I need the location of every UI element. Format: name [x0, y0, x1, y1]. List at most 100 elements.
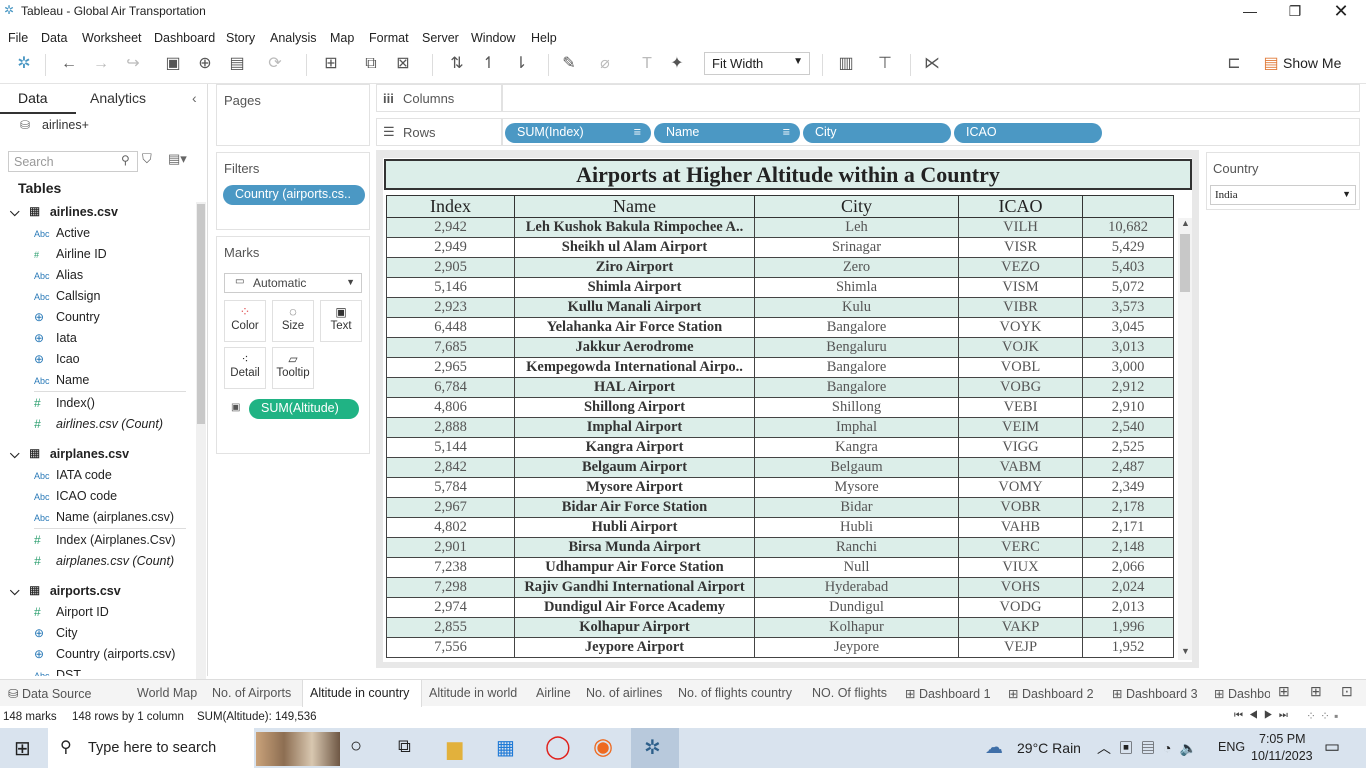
- cell-city[interactable]: Hyderabad: [754, 577, 959, 598]
- header-name[interactable]: Name: [514, 195, 755, 218]
- cell-altitude[interactable]: 1,996: [1082, 617, 1174, 638]
- cell-city[interactable]: Leh: [754, 217, 959, 238]
- filter-icon[interactable]: ⛉: [142, 151, 152, 167]
- new-datasource-icon[interactable]: ⊕: [194, 53, 216, 75]
- country-select[interactable]: India ▼: [1210, 185, 1356, 205]
- menu-data[interactable]: Data: [41, 27, 67, 45]
- cell-index[interactable]: 2,942: [386, 217, 515, 238]
- cell-name[interactable]: Kempegowda International Airpo..: [514, 357, 755, 378]
- menu-window[interactable]: Window: [471, 27, 515, 45]
- cell-index[interactable]: 5,784: [386, 477, 515, 498]
- table-row[interactable]: 5,784 Mysore Airport Mysore VOMY 2,349: [386, 477, 1174, 498]
- cell-name[interactable]: Jakkur Aerodrome: [514, 337, 755, 358]
- highlight-icon[interactable]: ✎: [558, 53, 580, 75]
- redo-icon[interactable]: →: [90, 53, 112, 75]
- cell-index[interactable]: 6,448: [386, 317, 515, 338]
- pages-shelf[interactable]: Pages: [216, 84, 370, 146]
- cell-icao[interactable]: VOJK: [958, 337, 1083, 358]
- cell-name[interactable]: Bidar Air Force Station: [514, 497, 755, 518]
- tab-dashboard-1[interactable]: ⊞ Dashboard 1: [905, 686, 991, 701]
- close-icon[interactable]: ✕: [1318, 0, 1364, 22]
- cell-altitude[interactable]: 2,178: [1082, 497, 1174, 518]
- firefox-icon[interactable]: ◉: [593, 733, 613, 760]
- cell-index[interactable]: 5,144: [386, 437, 515, 458]
- detail-button[interactable]: ⁖ Detail: [224, 347, 266, 389]
- cell-city[interactable]: Imphal: [754, 417, 959, 438]
- cell-city[interactable]: Jeypore: [754, 637, 959, 658]
- field-airline-id[interactable]: # Airline ID: [34, 247, 184, 265]
- field-alias[interactable]: Abc Alias: [34, 268, 184, 286]
- cell-name[interactable]: Shimla Airport: [514, 277, 755, 298]
- field-country-airports[interactable]: ⊕ Country (airports.csv): [34, 647, 194, 665]
- presentation-mode-icon[interactable]: ⊤: [874, 53, 896, 75]
- menu-story[interactable]: Story: [226, 27, 255, 45]
- cell-altitude[interactable]: 10,682: [1082, 217, 1174, 238]
- cell-index[interactable]: 2,855: [386, 617, 515, 638]
- table-row[interactable]: 2,842 Belgaum Airport Belgaum VABM 2,487: [386, 457, 1174, 478]
- row-pill-sum-index[interactable]: SUM(Index) ≡: [505, 123, 651, 143]
- cell-city[interactable]: Shillong: [754, 397, 959, 418]
- system-tray-icons[interactable]: ︿▣▤◔🔈: [1097, 738, 1205, 758]
- field-callsign[interactable]: Abc Callsign: [34, 289, 184, 307]
- cell-index[interactable]: 2,974: [386, 597, 515, 618]
- datasource-name[interactable]: airlines+: [42, 118, 89, 132]
- windows-start-icon[interactable]: ⊞: [14, 736, 31, 761]
- tab-analytics[interactable]: Analytics: [90, 90, 146, 106]
- swap-rows-columns-icon[interactable]: ⇅: [446, 53, 468, 75]
- cell-index[interactable]: 2,965: [386, 357, 515, 378]
- tooltip-button[interactable]: ▱ Tooltip: [272, 347, 314, 389]
- cell-city[interactable]: Hubli: [754, 517, 959, 538]
- cell-altitude[interactable]: 2,910: [1082, 397, 1174, 418]
- tab-data-source[interactable]: ⛁ Data Source: [8, 686, 91, 701]
- scroll-thumb[interactable]: [1180, 234, 1190, 292]
- cell-name[interactable]: Dundigul Air Force Academy: [514, 597, 755, 618]
- scroll-up-icon[interactable]: ▲: [1181, 218, 1190, 228]
- cell-icao[interactable]: VILH: [958, 217, 1083, 238]
- table-row[interactable]: 4,806 Shillong Airport Shillong VEBI 2,910: [386, 397, 1174, 418]
- tab-no-of-flights-country[interactable]: No. of flights country: [678, 686, 792, 700]
- cell-icao[interactable]: VOMY: [958, 477, 1083, 498]
- scrollbar[interactable]: [196, 202, 206, 680]
- cell-altitude[interactable]: 5,429: [1082, 237, 1174, 258]
- cell-altitude[interactable]: 3,000: [1082, 357, 1174, 378]
- cell-icao[interactable]: VERC: [958, 537, 1083, 558]
- size-button[interactable]: ◌ Size: [272, 300, 314, 342]
- cell-index[interactable]: 2,842: [386, 457, 515, 478]
- clear-sheet-icon[interactable]: ⊠: [392, 53, 414, 75]
- group-members-icon[interactable]: ⌀: [594, 53, 616, 75]
- field-dst[interactable]: Abc DST: [34, 668, 184, 676]
- header-index[interactable]: Index: [386, 195, 515, 218]
- taskbar-search-input[interactable]: ⚲ Type here to search: [48, 728, 254, 768]
- cell-icao[interactable]: VAKP: [958, 617, 1083, 638]
- table-row[interactable]: 5,144 Kangra Airport Kangra VIGG 2,525: [386, 437, 1174, 458]
- table-row[interactable]: 2,923 Kullu Manali Airport Kulu VIBR 3,573: [386, 297, 1174, 318]
- cell-city[interactable]: Bengaluru: [754, 337, 959, 358]
- cell-index[interactable]: 4,806: [386, 397, 515, 418]
- table-row[interactable]: 2,855 Kolhapur Airport Kolhapur VAKP 1,996: [386, 617, 1174, 638]
- field-airlines-count[interactable]: # airlines.csv (Count): [34, 417, 184, 435]
- cell-name[interactable]: Mysore Airport: [514, 477, 755, 498]
- cell-altitude[interactable]: 2,525: [1082, 437, 1174, 458]
- cell-name[interactable]: Kolhapur Airport: [514, 617, 755, 638]
- field-iata-code[interactable]: Abc IATA code: [34, 468, 184, 486]
- table-row[interactable]: 2,967 Bidar Air Force Station Bidar VOBR 2,1…: [386, 497, 1174, 518]
- cell-name[interactable]: Rajiv Gandhi International Airport: [514, 577, 755, 598]
- cell-city[interactable]: Zero: [754, 257, 959, 278]
- show-me-icon[interactable]: ▤: [1260, 53, 1282, 75]
- file-explorer-icon[interactable]: ▆: [447, 736, 462, 761]
- cell-name[interactable]: Ziro Airport: [514, 257, 755, 278]
- new-dashboard-icon[interactable]: ⊞: [1310, 683, 1322, 700]
- cell-city[interactable]: Bangalore: [754, 357, 959, 378]
- view-options-icon[interactable]: ▤▾: [168, 151, 187, 167]
- cell-index[interactable]: 2,905: [386, 257, 515, 278]
- row-pill-icao[interactable]: ICAO: [954, 123, 1102, 143]
- field-country[interactable]: ⊕ Country: [34, 310, 184, 328]
- table-row[interactable]: 7,556 Jeypore Airport Jeypore VEJP 1,952: [386, 637, 1174, 658]
- cell-index[interactable]: 2,949: [386, 237, 515, 258]
- tableau-home-icon[interactable]: ✲: [13, 53, 35, 75]
- cell-name[interactable]: Birsa Munda Airport: [514, 537, 755, 558]
- cell-icao[interactable]: VODG: [958, 597, 1083, 618]
- sheet-nav-icons[interactable]: ⏮◀▶⏭: [1234, 710, 1294, 721]
- new-worksheet-icon[interactable]: ⊞: [320, 53, 342, 75]
- field-iata[interactable]: ⊕ Iata: [34, 331, 184, 349]
